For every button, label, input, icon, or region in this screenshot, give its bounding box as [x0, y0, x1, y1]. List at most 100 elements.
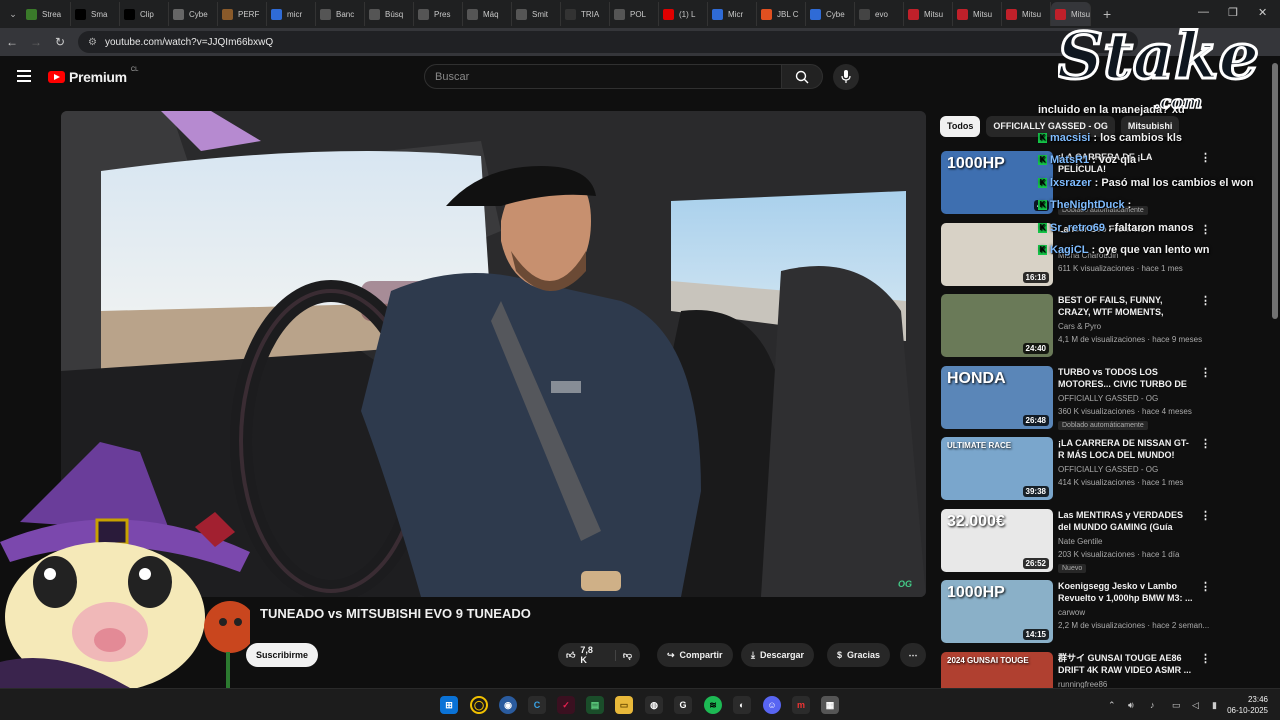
browser-tab[interactable]: Cybe — [169, 2, 218, 26]
youtube-logo[interactable]: Premium CL — [48, 67, 138, 85]
page-scrollbar[interactable] — [1272, 63, 1278, 319]
volume-icon[interactable]: ◁ — [1192, 700, 1199, 711]
search-input[interactable]: Buscar — [424, 64, 782, 89]
recommendation-item[interactable]: HONDA 26:48 TURBO vs TODOS LOS MOTORES... … — [941, 365, 1211, 430]
channel-name[interactable]: Nate Gentile — [1058, 537, 1102, 546]
more-options-icon[interactable]: ⋮ — [1200, 366, 1211, 379]
network-icon[interactable]: ▭ — [1172, 700, 1181, 711]
globe-icon — [614, 8, 625, 20]
browser-tab[interactable]: POL — [610, 2, 659, 26]
streaming-app-icon[interactable]: ✓ — [557, 696, 575, 714]
thanks-button[interactable]: $ Gracias — [827, 643, 891, 667]
subscribe-button[interactable]: Suscribirme — [246, 643, 318, 667]
channel-name[interactable]: OFFICIALLY GASSED - OG — [1058, 394, 1158, 403]
browser-tab[interactable]: evo — [855, 2, 904, 26]
site-info-icon[interactable]: ⚙ — [88, 37, 97, 48]
more-options-icon[interactable]: ⋮ — [1200, 223, 1211, 236]
browser-tab[interactable]: TRIA — [561, 2, 610, 26]
video-thumbnail[interactable]: 24:40 — [941, 294, 1053, 357]
system-clock[interactable]: 23:46 06-10-2025 — [1227, 694, 1268, 716]
download-button[interactable]: ⤓ Descargar — [741, 643, 815, 667]
windows-start-icon[interactable]: ⊞ — [440, 696, 458, 714]
video-title-link[interactable]: TURBO vs TODOS LOS MOTORES... CIVIC TURB… — [1058, 366, 1194, 392]
back-icon[interactable]: ← — [0, 35, 24, 49]
steam-icon[interactable]: ◐ — [733, 696, 751, 714]
browser-tab[interactable]: Mitsu — [1002, 2, 1051, 26]
browser-tab[interactable]: Búsq — [365, 2, 414, 26]
capcut-icon[interactable]: G — [674, 696, 692, 714]
recommendation-item[interactable]: ULTIMATE RACE 39:38 ¡LA CARRERA DE NISSAN … — [941, 437, 1211, 501]
recommendation-item[interactable]: 1000HP 14:15 Koenigsegg Jesko v Lambo Revu… — [941, 580, 1211, 644]
channel-name[interactable]: carwow — [1058, 608, 1085, 617]
duration-badge: 24:40 — [1022, 343, 1049, 354]
video-thumbnail[interactable]: 32.000€ 26:52 — [941, 508, 1053, 572]
browser-tab[interactable]: JBL C — [757, 2, 806, 26]
browser-tab[interactable]: Micr — [708, 2, 757, 26]
browser-tab[interactable]: Mitsu — [904, 2, 953, 26]
more-options-icon[interactable]: ⋮ — [1200, 580, 1211, 593]
filter-chip[interactable]: Todos — [940, 116, 981, 137]
browser-tab[interactable]: Cybe — [806, 2, 855, 26]
browser-tab[interactable]: Sma — [71, 2, 120, 26]
speaker-icon[interactable]: 🔊︎ — [1128, 700, 1134, 711]
more-options-icon[interactable]: ⋮ — [1200, 437, 1211, 450]
tray-chevron-icon[interactable]: ⌃ — [1108, 700, 1116, 711]
browser-tab[interactable]: Strea — [22, 2, 71, 26]
video-title-link[interactable]: 群サイ GUNSAI TOUGE AE86 DRIFT 4K RAW VIDEO… — [1058, 652, 1194, 676]
excel-icon[interactable]: ▤ — [586, 696, 604, 714]
channel-name[interactable]: Cars & Pyro — [1058, 322, 1101, 331]
discord-icon[interactable]: ☺ — [763, 696, 781, 714]
reload-icon[interactable]: ↻ — [48, 35, 72, 49]
browser-tab[interactable]: PERF — [218, 2, 267, 26]
chat-username: KagiCL — [1050, 244, 1089, 256]
thumbs-down-icon[interactable]: 👎︎ — [614, 649, 632, 661]
tab-label: Cybe — [189, 9, 208, 19]
browser-tab[interactable]: Clip — [120, 2, 169, 26]
browser-tab[interactable]: micr — [267, 2, 316, 26]
channel-name[interactable]: OFFICIALLY GASSED - OG — [1058, 465, 1158, 474]
chat-message: K Sr_retro69: faltaron manos — [1038, 222, 1194, 234]
menu-icon[interactable] — [17, 70, 31, 85]
video-title-link[interactable]: Las MENTIRAS y VERDADES del MUNDO GAMING… — [1058, 509, 1194, 535]
video-thumbnail[interactable]: 1000HP49 — [941, 151, 1053, 214]
recommendation-item[interactable]: 24:40 BEST OF FAILS, FUNNY, CRAZY, WTF MO… — [941, 294, 1211, 358]
app-icon-norton[interactable]: ◯ — [470, 696, 488, 714]
more-actions-button[interactable]: ⋯ — [900, 643, 926, 667]
spotify-icon[interactable]: ≋ — [704, 696, 722, 714]
recommendation-item[interactable]: 32.000€ 26:52 Las MENTIRAS y VERDADES del … — [941, 508, 1211, 573]
video-title-link[interactable]: BEST OF FAILS, FUNNY, CRAZY, WTF MOMENTS… — [1058, 294, 1194, 320]
share-button[interactable]: ↪ Compartir — [657, 643, 733, 667]
mic-tray-icon[interactable]: ♪ — [1150, 700, 1155, 710]
edge-icon[interactable]: C — [528, 696, 546, 714]
browser-tab[interactable]: Mitsu — [953, 2, 1002, 26]
video-title-link[interactable]: ¡LA CARRERA DE NISSAN GT-R MÁS LOCA DEL … — [1058, 437, 1194, 461]
forward-icon[interactable]: → — [24, 35, 48, 49]
browser-tab[interactable]: Banc — [316, 2, 365, 26]
browser-tab[interactable]: (1) L — [659, 2, 708, 26]
video-thumbnail[interactable]: 1000HP 14:15 — [941, 580, 1053, 643]
video-thumbnail[interactable]: HONDA 26:48 — [941, 365, 1053, 429]
more-options-icon[interactable]: ⋮ — [1200, 151, 1211, 164]
more-options-icon[interactable]: ⋮ — [1200, 509, 1211, 522]
search-button[interactable] — [781, 64, 823, 89]
like-button[interactable]: 👍︎ 7,8 K — [566, 645, 600, 665]
streamlabs-icon[interactable]: m — [792, 696, 810, 714]
obs-icon[interactable]: ◍ — [645, 696, 663, 714]
video-title-link[interactable]: Koenigsegg Jesko v Lambo Revuelto v 1,00… — [1058, 580, 1194, 604]
browser-tab[interactable]: Smit — [512, 2, 561, 26]
more-options-icon[interactable]: ⋮ — [1200, 652, 1211, 665]
browser-tab[interactable]: Pres — [414, 2, 463, 26]
close-window-icon[interactable]: ✕ — [1258, 6, 1267, 19]
video-thumbnail[interactable]: 16:18 — [941, 222, 1053, 286]
calculator-icon[interactable]: ▦ — [821, 696, 839, 714]
voice-search-button[interactable] — [833, 64, 859, 90]
more-options-icon[interactable]: ⋮ — [1200, 294, 1211, 307]
browser-tab[interactable]: Máq — [463, 2, 512, 26]
video-thumbnail[interactable]: ULTIMATE RACE 39:38 — [941, 437, 1053, 500]
url-field[interactable]: ⚙ youtube.com/watch?v=JJQIm66bxwQ — [78, 31, 1138, 53]
streamer-avatar — [0, 442, 250, 688]
chrome-icon[interactable]: ◉ — [499, 696, 517, 714]
file-explorer-icon[interactable]: ▭ — [615, 696, 633, 714]
tab-search-icon[interactable]: ⌄ — [4, 5, 22, 23]
battery-icon[interactable]: ▮ — [1212, 700, 1217, 711]
